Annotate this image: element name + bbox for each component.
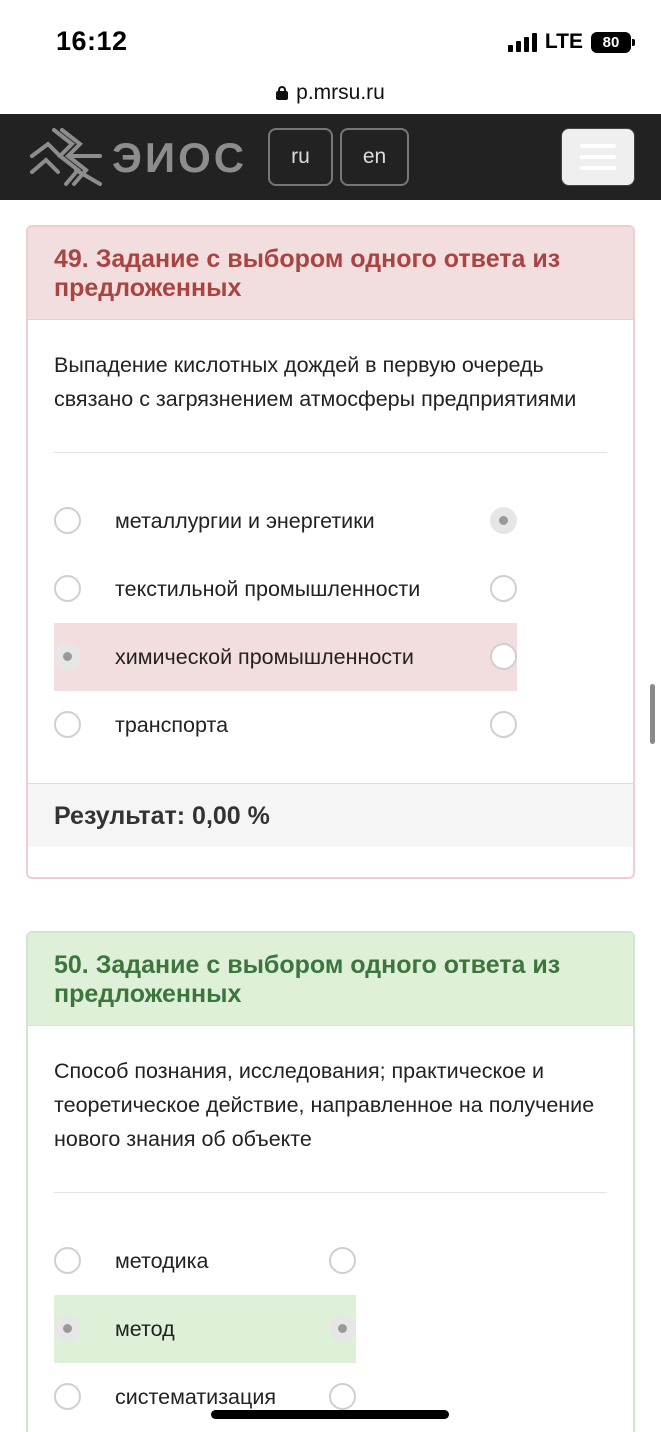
- url-text: p.mrsu.ru: [296, 81, 385, 104]
- correct-answer-radio: [490, 711, 517, 738]
- question-title: 49. Задание с выбором одного ответа из п…: [28, 227, 633, 320]
- hamburger-menu-button[interactable]: [561, 128, 635, 186]
- address-bar[interactable]: p.mrsu.ru: [0, 72, 661, 114]
- battery-icon: 80: [591, 31, 635, 53]
- answer-options: методика метод систематизация: [28, 1193, 633, 1432]
- status-bar: 16:12 LTE 80: [0, 0, 661, 80]
- menu-line-icon: [580, 155, 616, 159]
- radio-button[interactable]: [54, 507, 81, 534]
- status-indicators: LTE 80: [507, 30, 635, 54]
- option-label: методика: [115, 1248, 209, 1273]
- lang-ru-button[interactable]: ru: [268, 128, 333, 186]
- result-text: Результат: 0,00 %: [28, 783, 633, 847]
- correct-answer-radio: [490, 507, 517, 534]
- answer-option[interactable]: текстильной промышленности: [54, 555, 517, 623]
- radio-button[interactable]: [54, 1247, 81, 1274]
- status-time: 16:12: [56, 26, 128, 56]
- radio-button[interactable]: [54, 575, 81, 602]
- question-title: 50. Задание с выбором одного ответа из п…: [28, 933, 633, 1026]
- radio-button[interactable]: [54, 711, 81, 738]
- question-text: Способ познания, исследования; практичес…: [54, 1059, 595, 1151]
- radio-button-checked[interactable]: [54, 643, 81, 670]
- lock-icon: [276, 86, 289, 100]
- option-label: металлургии и энергетики: [115, 508, 375, 533]
- scrollbar[interactable]: [650, 684, 655, 744]
- answer-option-selected[interactable]: метод: [54, 1295, 356, 1363]
- answer-option-selected[interactable]: химической промышленности: [54, 623, 517, 691]
- brand-name[interactable]: ЭИОС: [112, 134, 247, 182]
- option-label: систематизация: [115, 1384, 276, 1409]
- correct-answer-radio: [329, 1315, 356, 1342]
- lang-en-button[interactable]: en: [340, 128, 409, 186]
- site-header: ЭИОС ru en: [0, 114, 661, 200]
- correct-answer-radio: [329, 1247, 356, 1274]
- network-type: LTE: [544, 30, 583, 53]
- answer-option[interactable]: металлургии и энергетики: [54, 487, 517, 555]
- correct-answer-radio: [490, 575, 517, 602]
- question-card-49: 49. Задание с выбором одного ответа из п…: [26, 225, 635, 879]
- option-label: метод: [115, 1316, 175, 1341]
- radio-button-checked[interactable]: [54, 1315, 81, 1342]
- answer-option[interactable]: транспорта: [54, 691, 517, 759]
- signal-icon: [507, 32, 537, 52]
- answer-option[interactable]: методика: [54, 1227, 356, 1295]
- menu-line-icon: [580, 144, 616, 148]
- question-text: Выпадение кислотных дождей в первую очер…: [54, 353, 577, 411]
- correct-answer-radio: [490, 643, 517, 670]
- site-logo-icon[interactable]: [26, 126, 102, 186]
- answer-option[interactable]: систематизация: [54, 1363, 356, 1431]
- option-label: химической промышленности: [115, 644, 414, 669]
- home-indicator[interactable]: [211, 1410, 449, 1419]
- answer-options: металлургии и энергетики текстильной про…: [28, 453, 633, 783]
- option-label: транспорта: [115, 712, 229, 737]
- option-label: текстильной промышленности: [115, 576, 421, 601]
- menu-line-icon: [580, 166, 616, 170]
- correct-answer-radio: [329, 1383, 356, 1410]
- question-card-50: 50. Задание с выбором одного ответа из п…: [26, 931, 635, 1432]
- radio-button[interactable]: [54, 1383, 81, 1410]
- battery-level: 80: [602, 33, 620, 51]
